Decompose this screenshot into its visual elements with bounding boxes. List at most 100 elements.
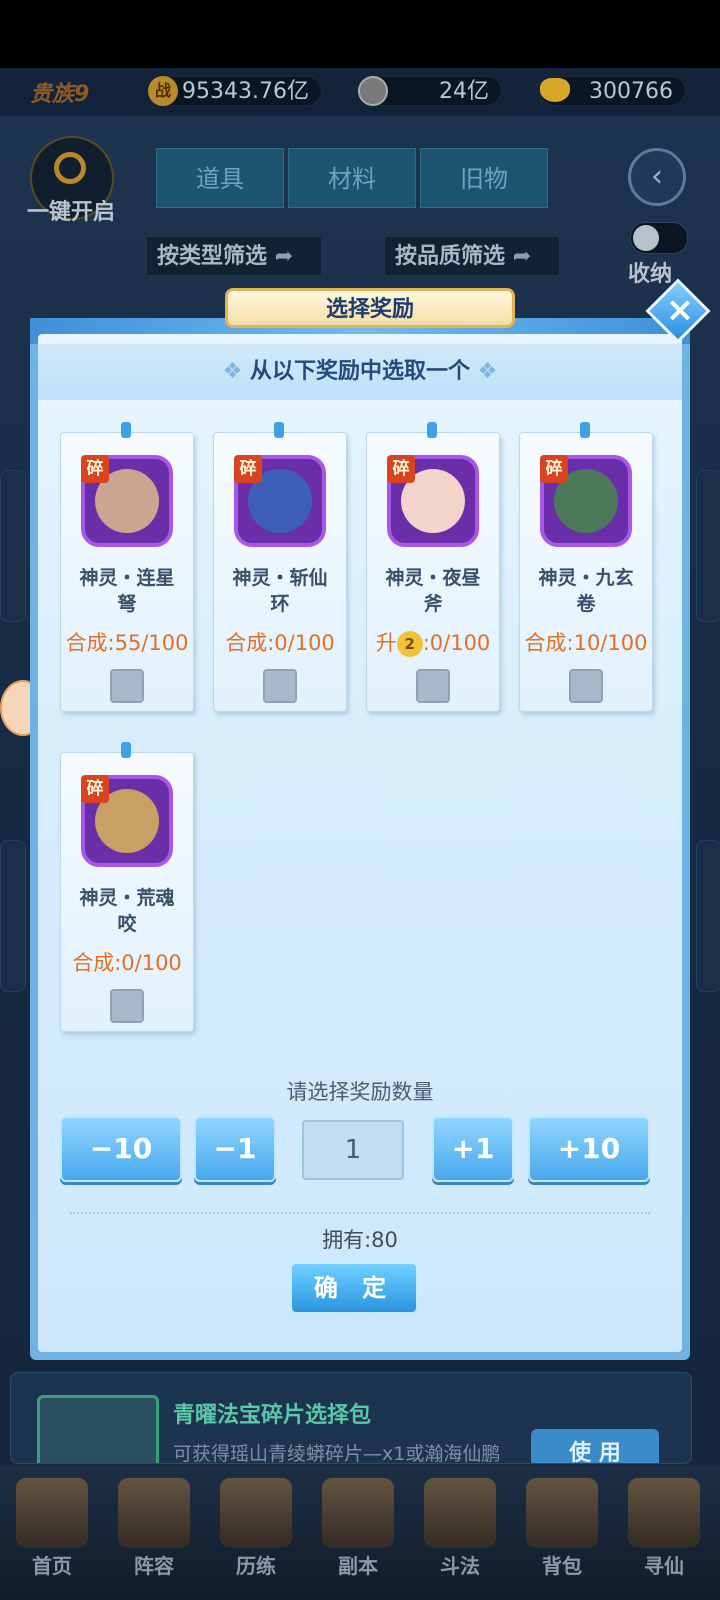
arrow-right-icon: ➦: [274, 244, 294, 269]
tab-materials[interactable]: 材料: [288, 148, 416, 208]
minus-1-button[interactable]: −1: [194, 1116, 276, 1182]
reward-name-line1: 神灵・斩仙: [232, 567, 328, 589]
item-description: 可获得瑶山青绫蟒碎片—x1或瀚海仙鹏: [173, 1443, 501, 1464]
status-bar: [0, 0, 720, 68]
star-icon: 2: [396, 631, 423, 657]
nav-label: 副本: [338, 1554, 378, 1578]
quantity-input[interactable]: 1: [302, 1120, 404, 1180]
power-icon: 战: [148, 76, 178, 106]
plus-10-button[interactable]: +10: [528, 1116, 650, 1182]
nav-label: 首页: [32, 1554, 72, 1578]
close-icon[interactable]: ×: [660, 290, 700, 330]
use-button[interactable]: 使 用: [531, 1429, 659, 1463]
upgrade-progress: :0/100: [422, 631, 491, 655]
one-key-open-label: 一键开启: [26, 200, 115, 225]
reward-checkbox[interactable]: [110, 989, 144, 1023]
nav-label: 阵容: [134, 1554, 174, 1578]
power-value: 95343.76亿: [182, 79, 309, 104]
nav-label: 斗法: [440, 1554, 480, 1578]
reward-card[interactable]: 碎 神灵・荒魂 咬 合成:0/100: [60, 752, 194, 1032]
nav-home[interactable]: 首页: [2, 1470, 102, 1600]
nav-dungeon[interactable]: 副本: [308, 1470, 408, 1600]
tab-items[interactable]: 道具: [156, 148, 284, 208]
reward-progress: 合成:0/100: [225, 631, 335, 655]
key-icon: [54, 152, 86, 184]
reward-checkbox[interactable]: [569, 669, 603, 703]
reward-checkbox[interactable]: [110, 669, 144, 703]
collapse-toggle[interactable]: [630, 222, 688, 254]
nav-battle[interactable]: 斗法: [410, 1470, 510, 1600]
toggle-knob: [633, 225, 659, 251]
filter-by-quality-label: 按品质筛选: [395, 244, 506, 269]
item-title: 青曜法宝碎片选择包: [173, 1403, 372, 1428]
nav-seek-immortal[interactable]: 寻仙: [614, 1470, 714, 1600]
battle-icon: [424, 1478, 496, 1548]
filter-by-type-label: 按类型筛选: [157, 244, 268, 269]
back-arrow-icon[interactable]: ‹: [628, 148, 686, 206]
pin-icon: [274, 422, 284, 438]
fragment-badge: 碎: [81, 455, 109, 483]
vip-rank: 贵族9: [30, 82, 90, 107]
dialog-subtitle-text: 从以下奖励中选取一个: [249, 359, 470, 384]
reward-name: 神灵・连星 弩: [61, 565, 193, 617]
reward-name-line2: 弩: [117, 593, 137, 615]
pin-icon: [121, 422, 131, 438]
owned-count: 拥有:80: [322, 1228, 398, 1252]
pin-icon: [580, 422, 590, 438]
filter-by-type-button[interactable]: 按类型筛选 ➦: [146, 236, 322, 276]
dialog-title: 选择奖励: [225, 288, 515, 328]
ingot-icon: [540, 78, 570, 102]
ingot-value: 300766: [589, 79, 673, 104]
training-icon: [220, 1478, 292, 1548]
home-icon: [16, 1478, 88, 1548]
coin-value: 24亿: [439, 79, 489, 104]
nav-lineup[interactable]: 阵容: [104, 1470, 204, 1600]
reward-name-line2: 咬: [117, 913, 137, 935]
reward-card[interactable]: 碎 神灵・连星 弩 合成:55/100: [60, 432, 194, 712]
reward-name: 神灵・九玄 卷: [520, 565, 652, 617]
reward-name-line2: 环: [270, 593, 290, 615]
qty-prompt: 请选择奖励数量: [286, 1080, 434, 1104]
background-card: [696, 840, 720, 992]
fragment-badge: 碎: [387, 455, 415, 483]
nav-label: 寻仙: [644, 1554, 684, 1578]
plus-1-button[interactable]: +1: [432, 1116, 514, 1182]
reward-select-dialog: ❖ 从以下奖励中选取一个 ❖ 选择奖励 × 碎 神灵・连星 弩 合成:55/10…: [30, 278, 711, 1370]
fragment-badge: 碎: [81, 775, 109, 803]
reward-progress: 合成:10/100: [524, 631, 648, 655]
tab-relics[interactable]: 旧物: [420, 148, 548, 208]
arrow-right-icon: ➦: [512, 244, 532, 269]
reward-card[interactable]: 碎 神灵・夜昼 斧 升 2:0/100: [366, 432, 500, 712]
reward-name: 神灵・斩仙 环: [214, 565, 346, 617]
confirm-button[interactable]: 确 定: [290, 1262, 418, 1314]
nav-training[interactable]: 历练: [206, 1470, 306, 1600]
reward-progress: 合成:0/100: [72, 951, 182, 975]
filter-by-quality-button[interactable]: 按品质筛选 ➦: [384, 236, 560, 276]
diamond-icon: ❖: [222, 359, 243, 384]
diamond-icon: ❖: [477, 359, 498, 384]
dialog-subtitle: ❖ 从以下奖励中选取一个 ❖: [38, 344, 682, 400]
nav-label: 背包: [542, 1554, 582, 1578]
reward-card[interactable]: 碎 神灵・九玄 卷 合成:10/100: [519, 432, 653, 712]
reward-name: 神灵・荒魂 咬: [61, 885, 193, 937]
reward-checkbox[interactable]: [416, 669, 450, 703]
reward-name-line1: 神灵・连星: [79, 567, 175, 589]
reward-checkbox[interactable]: [263, 669, 297, 703]
reward-progress: 升 2:0/100: [363, 627, 503, 657]
background-card: [696, 470, 720, 622]
reward-name-line1: 神灵・夜昼: [385, 567, 481, 589]
pin-icon: [427, 422, 437, 438]
reward-name-line2: 卷: [576, 593, 596, 615]
reward-progress: 合成:55/100: [65, 631, 189, 655]
nav-bag[interactable]: 背包: [512, 1470, 612, 1600]
reward-card[interactable]: 碎 神灵・斩仙 环 合成:0/100: [213, 432, 347, 712]
inventory-item-card: 青曜法宝碎片选择包 可获得瑶山青绫蟒碎片—x1或瀚海仙鹏 使 用: [10, 1372, 692, 1464]
bag-icon: [526, 1478, 598, 1548]
minus-10-button[interactable]: −10: [60, 1116, 182, 1182]
reward-name-line1: 神灵・九玄: [538, 567, 634, 589]
reward-name: 神灵・夜昼 斧: [367, 565, 499, 617]
upgrade-label: 升: [375, 631, 397, 655]
fragment-badge: 碎: [234, 455, 262, 483]
lineup-icon: [118, 1478, 190, 1548]
background-card: [0, 470, 26, 622]
